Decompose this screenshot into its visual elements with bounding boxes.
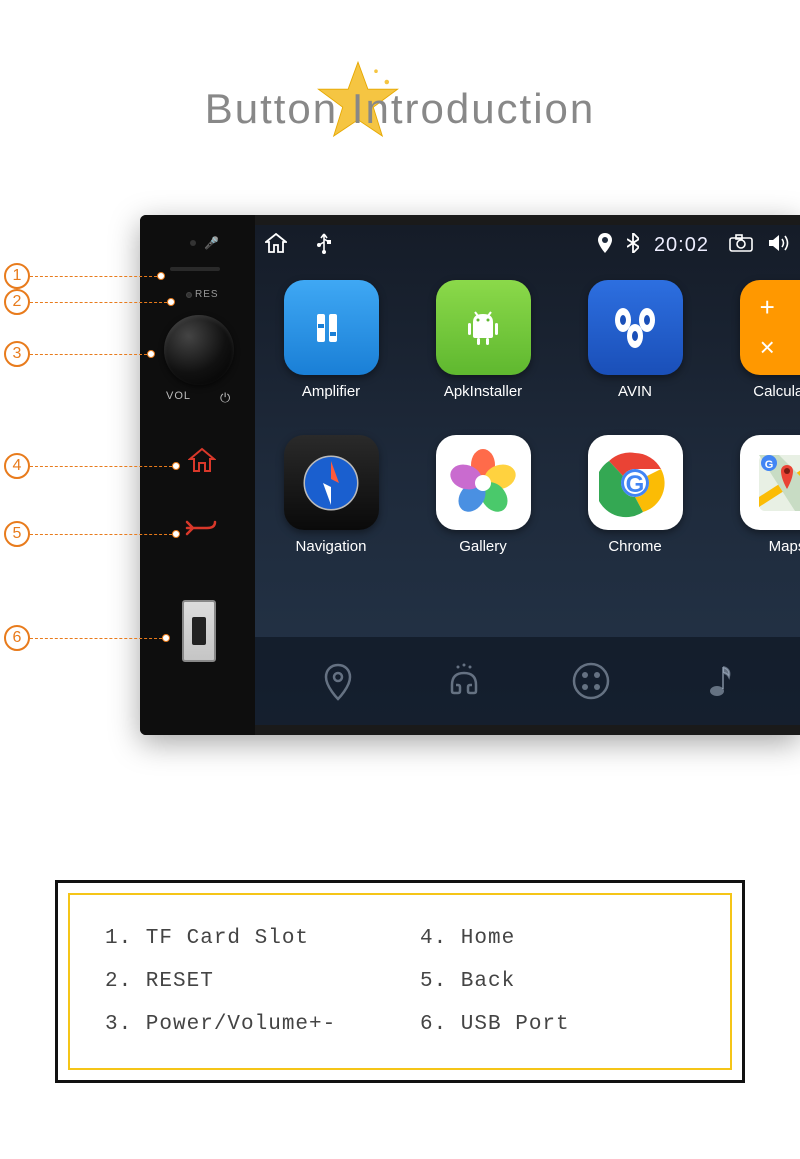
app-label: AVIN [618, 383, 652, 400]
app-label: Chrome [608, 538, 661, 555]
usb-port[interactable] [182, 600, 216, 662]
app-navigation[interactable]: Navigation [270, 435, 392, 555]
legend-box: 1. TF Card Slot 4. Home 2. RESET 5. Back… [55, 880, 745, 1083]
app-label: Calculator [753, 383, 800, 400]
app-label: ApkInstaller [444, 383, 522, 400]
dock-apps-icon[interactable] [561, 651, 621, 711]
reset-label: RES [195, 289, 219, 300]
compass-icon [284, 435, 379, 530]
calculator-icon: +−×= [740, 280, 800, 375]
callout-2: 2 [0, 289, 175, 315]
callout-5: 5 [0, 521, 180, 547]
title-area: Button Introduction [0, 0, 800, 200]
clock-time: 20:02 [654, 234, 709, 257]
legend-item: 6. USB Port [420, 1013, 695, 1036]
legend-item: 5. Back [420, 970, 695, 993]
amplifier-icon [284, 280, 379, 375]
app-grid: Amplifier ApkInstaller AVIN +−×= [255, 265, 800, 555]
app-gallery[interactable]: Gallery [422, 435, 544, 555]
dock-location-icon[interactable] [308, 651, 368, 711]
camera-icon[interactable] [729, 234, 753, 257]
page-title: Button Introduction [0, 85, 800, 133]
screen[interactable]: 20:02 Amplifier [255, 225, 800, 725]
location-icon [598, 233, 612, 258]
svg-text:G: G [765, 459, 774, 471]
legend-item: 1. TF Card Slot [105, 927, 380, 950]
app-avin[interactable]: AVIN [574, 280, 696, 400]
device: 🎤 RES VOL ⏻ [140, 215, 800, 735]
app-calculator[interactable]: +−×= Calculator [726, 280, 800, 400]
svg-text:G: G [626, 471, 645, 498]
callouts: 1 2 3 4 5 6 [0, 215, 170, 735]
mic-area: 🎤 [190, 237, 230, 249]
legend-item: 4. Home [420, 927, 695, 950]
app-amplifier[interactable]: Amplifier [270, 280, 392, 400]
app-apkinstaller[interactable]: ApkInstaller [422, 280, 544, 400]
bluetooth-icon [627, 233, 639, 258]
callout-1: 1 [0, 263, 165, 289]
callout-4: 4 [0, 453, 180, 479]
home-button[interactable] [188, 447, 216, 480]
legend-item: 3. Power/Volume+- [105, 1013, 380, 1036]
power-icon: ⏻ [220, 390, 230, 406]
reset-button[interactable] [186, 292, 192, 298]
callout-3: 3 [0, 341, 155, 367]
usb-icon [317, 232, 331, 259]
mic-icon: 🎤 [204, 236, 219, 250]
chrome-icon: G [588, 435, 683, 530]
home-icon[interactable] [265, 233, 287, 258]
volume-icon[interactable] [768, 234, 790, 257]
app-label: Navigation [296, 538, 367, 555]
dock-phone-icon[interactable] [434, 651, 494, 711]
volume-knob[interactable] [164, 315, 234, 385]
callout-6: 6 [0, 625, 170, 651]
app-label: Maps [769, 538, 800, 555]
avin-icon [588, 280, 683, 375]
dock-music-icon[interactable] [687, 651, 747, 711]
dock [255, 637, 800, 725]
maps-icon: G [740, 435, 800, 530]
app-label: Gallery [459, 538, 507, 555]
status-bar: 20:02 [255, 225, 800, 265]
app-chrome[interactable]: G Chrome [574, 435, 696, 555]
gallery-icon [436, 435, 531, 530]
tf-card-slot[interactable] [170, 267, 220, 271]
app-maps[interactable]: G Maps [726, 435, 800, 555]
app-label: Amplifier [302, 383, 360, 400]
android-icon [436, 280, 531, 375]
back-button[interactable] [185, 517, 217, 545]
legend-item: 2. RESET [105, 970, 380, 993]
